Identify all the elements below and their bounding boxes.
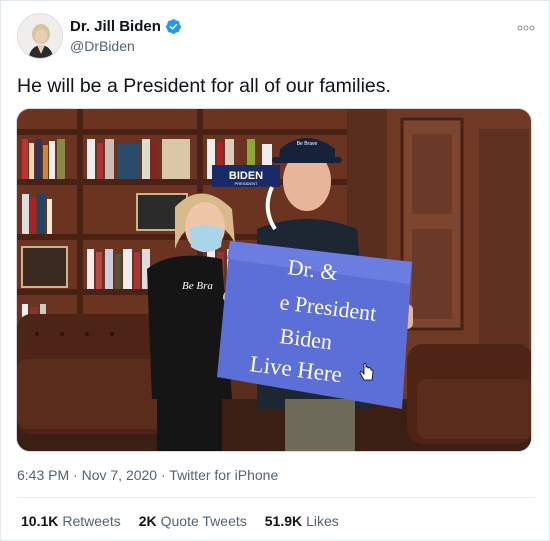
display-name[interactable]: Dr. Jill Biden [70, 18, 161, 35]
divider [17, 497, 535, 498]
quote-tweets-count: 2K [138, 513, 157, 529]
tweet-stats: 10.1K Retweets 2K Quote Tweets 51.9K Lik… [21, 513, 339, 529]
avatar[interactable] [17, 13, 63, 59]
tweet-card: Dr. Jill Biden @DrBiden He will be a Pre… [0, 0, 550, 541]
cap-text: Be Brave [297, 141, 318, 147]
meta-separator: · [160, 467, 166, 483]
quote-tweets-label: Quote Tweets [160, 513, 247, 529]
tweet-header: Dr. Jill Biden @DrBiden [17, 13, 537, 61]
tweet-meta: 6:43 PM · Nov 7, 2020 · Twitter for iPho… [17, 467, 278, 483]
tweet-source[interactable]: Twitter for iPhone [169, 467, 278, 483]
quote-tweets-stat[interactable]: 2K Quote Tweets [139, 513, 247, 529]
meta-separator: · [73, 467, 78, 483]
likes-label: Likes [306, 513, 339, 529]
name-row: Dr. Jill Biden [70, 18, 182, 35]
more-options-icon[interactable] [517, 19, 535, 31]
tweet-time[interactable]: 6:43 PM [17, 467, 69, 483]
verified-badge-icon [165, 18, 182, 35]
likes-stat[interactable]: 51.9K Likes [265, 513, 339, 529]
retweets-label: Retweets [62, 513, 121, 529]
user-handle[interactable]: @DrBiden [70, 38, 135, 54]
shirt-text: Be Bra [182, 280, 213, 292]
photo-illustration: BIDEN PRESIDENT Be Brave Be Bra Dr. & e … [17, 109, 531, 451]
likes-count: 51.9K [264, 513, 303, 529]
tweet-text: He will be a President for all of our fa… [17, 75, 391, 97]
tweet-photo[interactable]: BIDEN PRESIDENT Be Brave Be Bra Dr. & e … [16, 108, 532, 452]
tweet-date[interactable]: Nov 7, 2020 [82, 467, 158, 483]
retweets-stat[interactable]: 10.1K Retweets [21, 513, 121, 529]
leather-chair-right [407, 344, 531, 444]
retweets-count: 10.1K [21, 513, 59, 529]
bookshelf-sign-subtext: PRESIDENT [235, 181, 258, 186]
